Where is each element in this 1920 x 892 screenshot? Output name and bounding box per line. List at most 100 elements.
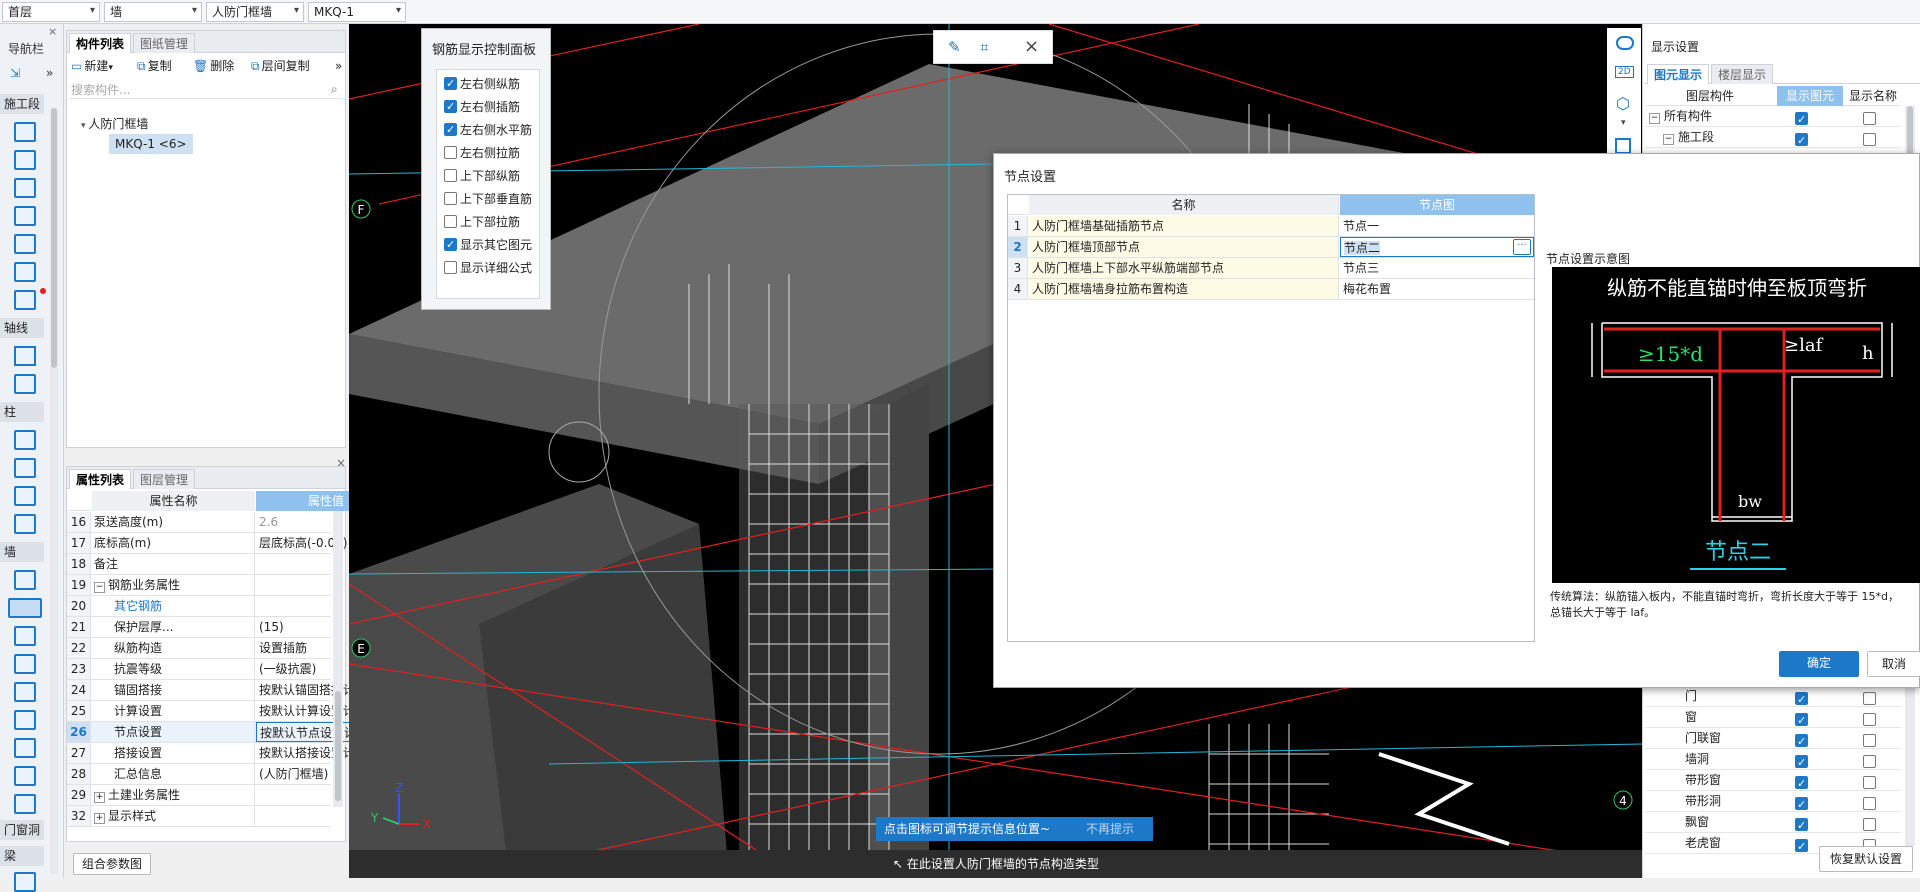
property-scrollbar[interactable]: [333, 511, 343, 807]
property-row[interactable]: 24 锚固搭接 按默认锚固搭接计算: [67, 680, 367, 701]
home-icon[interactable]: [14, 234, 36, 254]
show-name-checkbox[interactable]: [1863, 776, 1876, 789]
tab-component-list[interactable]: 构件列表: [69, 33, 132, 53]
node-row-value[interactable]: 梅花布置: [1340, 279, 1534, 299]
pin-icon[interactable]: ⇲: [10, 66, 20, 80]
node-row-value[interactable]: 节点一: [1340, 216, 1534, 236]
more-icon[interactable]: »: [335, 57, 342, 75]
property-row[interactable]: 22 纵筋构造 设置插筋: [67, 638, 331, 659]
edit-icon[interactable]: ✎: [948, 38, 961, 56]
rebar-wall-icon[interactable]: [14, 682, 36, 702]
checkbox[interactable]: [444, 75, 457, 93]
show-name-checkbox[interactable]: [1863, 755, 1876, 768]
show-element-checkbox[interactable]: [1795, 131, 1808, 151]
expand-icon[interactable]: −: [1649, 113, 1660, 124]
close-icon[interactable]: ×: [48, 25, 57, 38]
property-row[interactable]: 32 + 显示样式: [67, 806, 331, 827]
property-row[interactable]: 19− 钢筋业务属性: [67, 575, 331, 596]
tab-layer-management[interactable]: 图层管理: [133, 469, 196, 489]
tab-floor-display[interactable]: 楼层显示: [1711, 64, 1774, 84]
document-icon[interactable]: [14, 262, 36, 282]
tab-element-display[interactable]: 图元显示: [1647, 64, 1710, 84]
show-name-checkbox[interactable]: [1863, 797, 1876, 810]
column-base-icon[interactable]: [14, 486, 36, 506]
property-row[interactable]: 28 汇总信息 (人防门框墙): [67, 764, 331, 785]
floor-copy-button[interactable]: ⧉ 层间复制: [251, 57, 310, 75]
show-element-checkbox[interactable]: [1795, 110, 1808, 130]
column-other-icon[interactable]: [14, 514, 36, 534]
expand-icon[interactable]: −: [1663, 134, 1674, 145]
floor-select[interactable]: 首层 ▾: [2, 2, 100, 22]
show-name-checkbox[interactable]: [1863, 713, 1876, 726]
checkbox[interactable]: [444, 236, 457, 254]
nav-section-beam[interactable]: 梁: [0, 846, 44, 866]
nav-scrollbar[interactable]: [50, 108, 58, 874]
new-button[interactable]: ▭ 新建▾: [71, 57, 113, 75]
grid-icon[interactable]: [14, 150, 36, 170]
nav-section-wall[interactable]: 墙: [0, 542, 44, 562]
copy-button[interactable]: ⧉ 复制: [137, 57, 172, 75]
show-element-checkbox[interactable]: [1795, 774, 1808, 794]
property-row[interactable]: 21 保护层厚... (15): [67, 617, 331, 638]
show-name-checkbox[interactable]: [1863, 133, 1876, 146]
rebar-option[interactable]: 上下部拉筋: [444, 213, 520, 231]
show-element-checkbox[interactable]: [1795, 711, 1808, 731]
node-row[interactable]: 2 人防门框墙顶部节点 节点二 ···: [1008, 237, 1534, 258]
chevron-down-icon[interactable]: ▾: [1621, 118, 1626, 128]
close-icon[interactable]: ×: [1024, 36, 1039, 57]
node-row[interactable]: 3 人防门框墙上下部水平纵筋端部节点 节点三: [1008, 258, 1534, 279]
search-icon[interactable]: ⌕: [331, 82, 338, 97]
tab-drawing-management[interactable]: 图纸管理: [133, 33, 196, 53]
orbit-icon[interactable]: [1616, 36, 1634, 50]
property-row[interactable]: 18 备注: [67, 554, 331, 575]
rebar-option[interactable]: 上下部垂直筋: [444, 190, 532, 208]
tip-dismiss-link[interactable]: 不再提示: [1086, 817, 1134, 841]
type-select[interactable]: 墙 ▾: [104, 2, 202, 22]
construction-segment-icon[interactable]: [14, 122, 36, 142]
rebar-option[interactable]: 左右侧插筋: [444, 98, 520, 116]
property-row[interactable]: 29 + 土建业务属性: [67, 785, 331, 806]
checkbox[interactable]: [444, 192, 457, 205]
tab-property-list[interactable]: 属性列表: [69, 469, 132, 489]
2d-view-icon[interactable]: 2D: [1615, 66, 1634, 78]
show-element-checkbox[interactable]: [1795, 816, 1808, 836]
node-row-value[interactable]: 节点三: [1340, 258, 1534, 278]
property-row[interactable]: 16 泵送高度(m) 2.6: [67, 512, 331, 533]
property-row[interactable]: 23 抗震等级 (一级抗震): [67, 659, 331, 680]
show-name-checkbox[interactable]: [1863, 692, 1876, 705]
cancel-button[interactable]: 取消: [1867, 651, 1920, 677]
window-frame-icon[interactable]: [14, 794, 36, 814]
tree-item-mkq1[interactable]: MKQ-1 <6>: [109, 134, 193, 154]
search-input[interactable]: 搜索构件...: [69, 81, 343, 99]
rebar-option[interactable]: 显示详细公式: [444, 259, 532, 277]
rebar-option[interactable]: 显示其它图元: [444, 236, 532, 254]
property-scroll-thumb[interactable]: [335, 691, 341, 801]
show-name-checkbox[interactable]: [1863, 818, 1876, 831]
show-element-checkbox[interactable]: [1795, 795, 1808, 815]
nav-section-opening[interactable]: 门窗洞: [0, 820, 44, 840]
nav-section-construction[interactable]: 施工段: [0, 94, 44, 114]
rebar-option[interactable]: 左右侧水平筋: [444, 121, 532, 139]
axis-icon[interactable]: [14, 346, 36, 366]
civil-defense-wall-icon[interactable]: [8, 598, 42, 618]
show-element-checkbox[interactable]: [1795, 732, 1808, 752]
axis-grid-icon[interactable]: [14, 374, 36, 394]
layers-icon[interactable]: [14, 290, 36, 310]
node-row[interactable]: 4 人防门框墙墙身拉筋布置构造 梅花布置: [1008, 279, 1534, 300]
property-row[interactable]: 26 节点设置 按默认节点设置计算: [67, 722, 396, 743]
checkbox[interactable]: [444, 146, 457, 159]
rebar-option[interactable]: 左右侧纵筋: [444, 75, 520, 93]
checkbox[interactable]: [444, 215, 457, 228]
stair-wall-icon[interactable]: [14, 654, 36, 674]
shear-wall-icon[interactable]: [14, 626, 36, 646]
rebar-option[interactable]: 上下部纵筋: [444, 167, 520, 185]
wall-icon[interactable]: [14, 570, 36, 590]
property-row[interactable]: 20 其它钢筋: [67, 596, 331, 617]
3d-view-icon[interactable]: ⬡: [1616, 94, 1630, 113]
nav-section-axis[interactable]: 轴线: [0, 318, 44, 338]
show-element-checkbox[interactable]: [1795, 690, 1808, 710]
nav-scroll-thumb[interactable]: [51, 108, 57, 368]
rebar-option[interactable]: 左右侧拉筋: [444, 144, 520, 162]
component-select[interactable]: MKQ-1 ▾: [308, 2, 406, 22]
column-icon[interactable]: [14, 430, 36, 450]
